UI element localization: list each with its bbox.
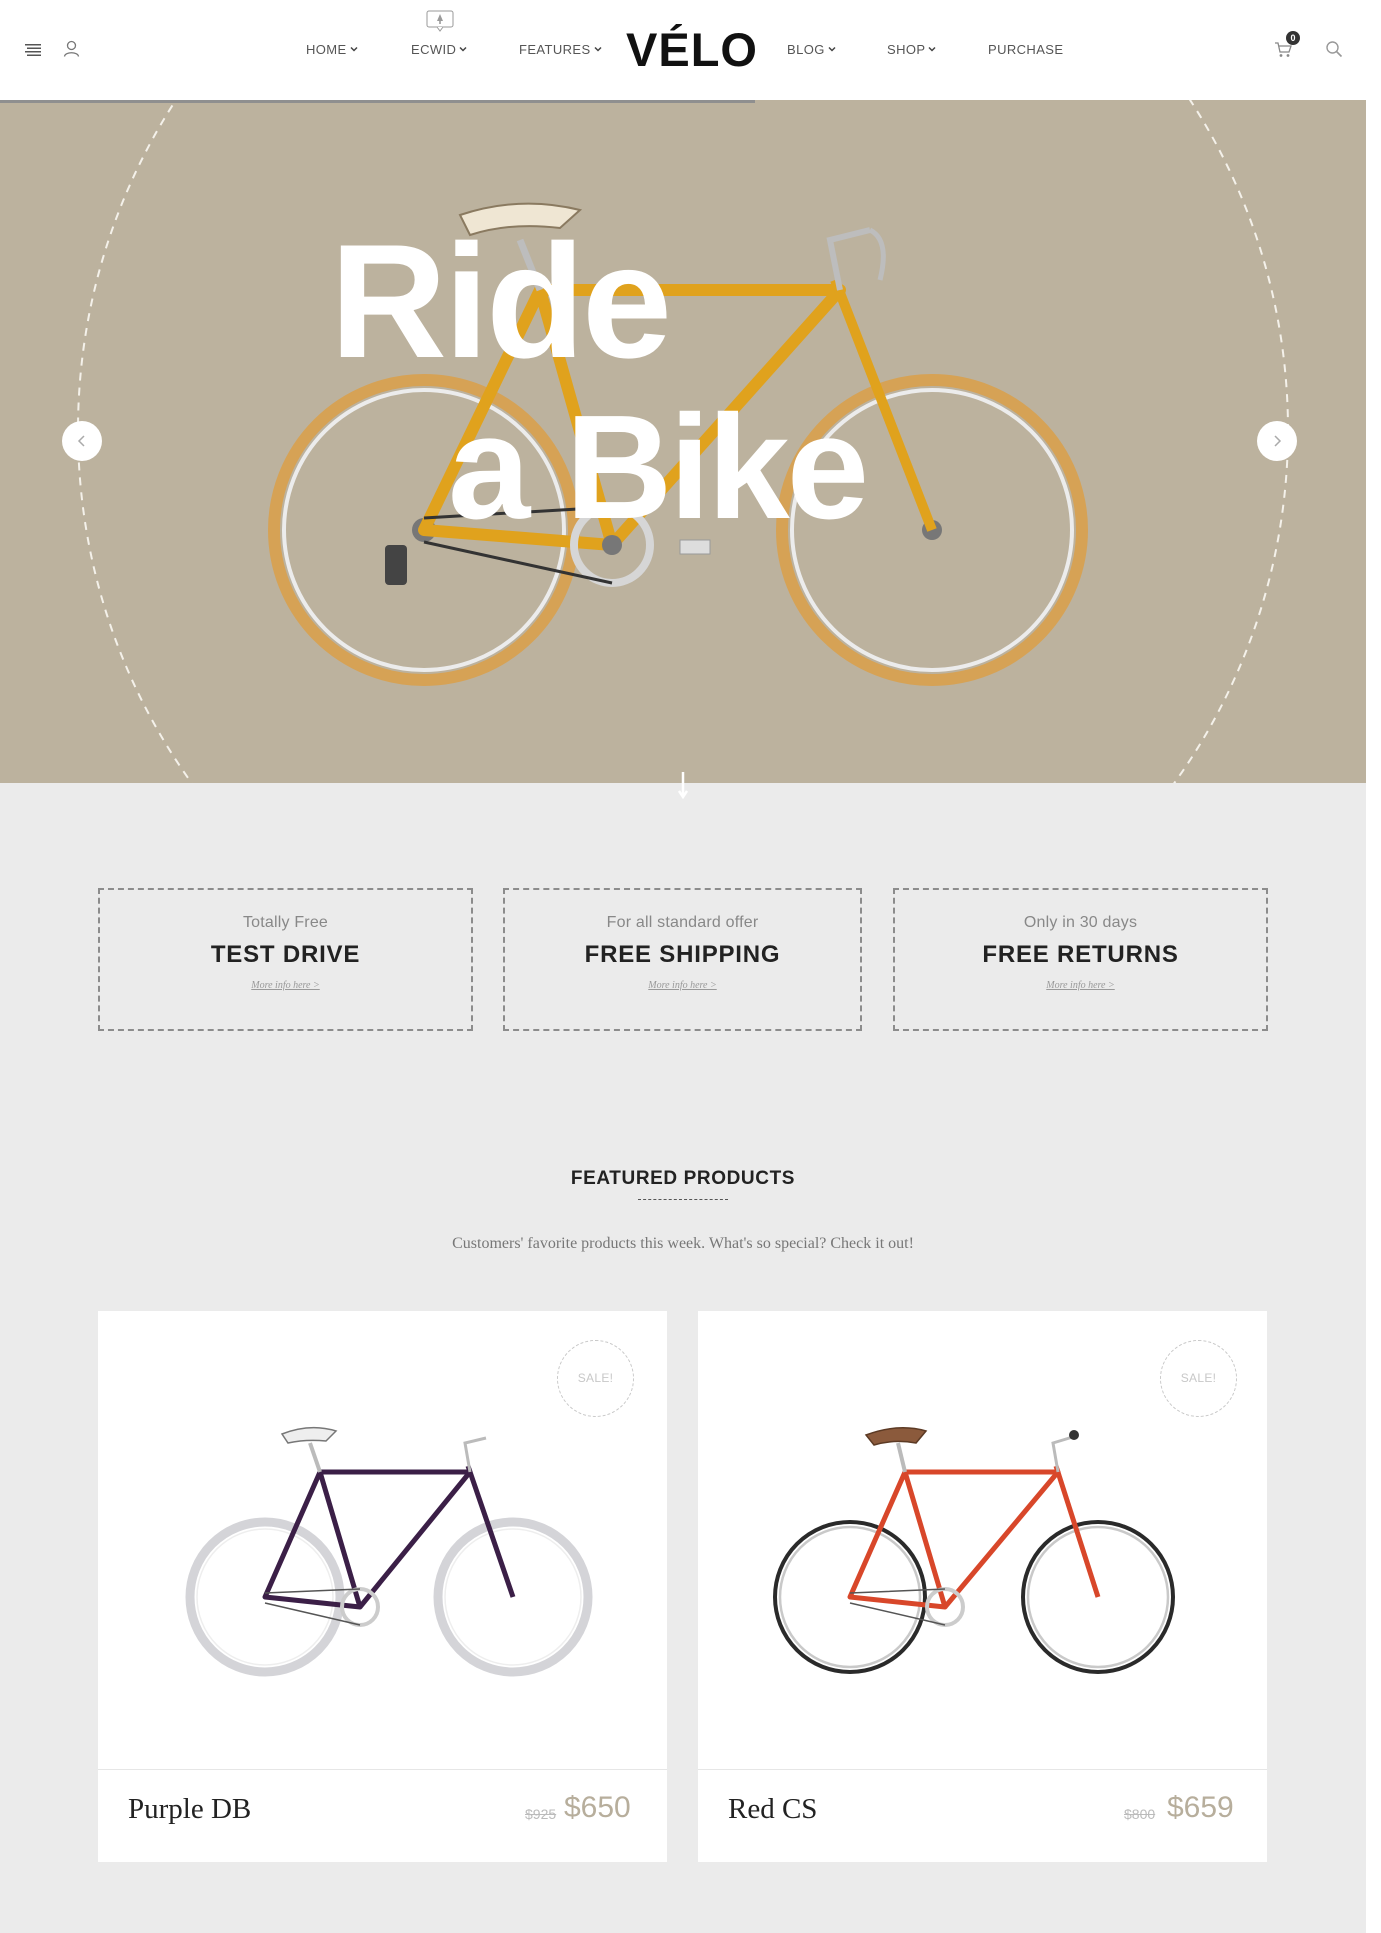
feature-box-free-shipping: For all standard offer FREE SHIPPING Mor… xyxy=(503,888,862,1031)
feature-more-link[interactable]: More info here > xyxy=(1046,980,1115,991)
chevron-down-icon xyxy=(828,46,836,52)
nav-item-shop[interactable]: SHOP xyxy=(887,42,936,57)
feature-subtitle: For all standard offer xyxy=(606,914,759,931)
feature-more-link[interactable]: More info here > xyxy=(648,980,717,991)
product-name[interactable]: Red CS xyxy=(728,1793,817,1826)
ecwid-badge-icon xyxy=(426,10,454,32)
product-card-purple-db[interactable]: SALE! Purple DB $925 $650 xyxy=(98,1311,667,1862)
product-price: $650 xyxy=(564,1791,631,1824)
feature-title: FREE SHIPPING xyxy=(584,941,781,968)
chevron-down-icon xyxy=(928,46,936,52)
user-icon[interactable] xyxy=(63,40,80,57)
nav-item-blog[interactable]: BLOG xyxy=(787,42,836,57)
product-card-red-cs[interactable]: SALE! Red CS $800 $659 xyxy=(698,1311,1267,1862)
featured-products-title: FEATURED PRODUCTS xyxy=(570,1168,796,1189)
page-right-edge xyxy=(1366,0,1381,1933)
menu-icon[interactable] xyxy=(25,43,41,56)
chevron-right-icon xyxy=(1274,435,1282,447)
nav-item-label: HOME xyxy=(306,42,347,57)
feature-subtitle: Only in 30 days xyxy=(1023,914,1138,931)
product-name[interactable]: Purple DB xyxy=(128,1793,251,1826)
site-header: HOME ECWID FEATURES VÉLO BLOG SHOP PURCH… xyxy=(0,0,1366,100)
sale-badge: SALE! xyxy=(1160,1340,1237,1417)
feature-title: FREE RETURNS xyxy=(982,941,1179,968)
nav-item-purchase[interactable]: PURCHASE xyxy=(988,42,1063,57)
feature-box-free-returns: Only in 30 days FREE RETURNS More info h… xyxy=(893,888,1268,1031)
hero-heading-line-2: a Bike xyxy=(448,385,869,550)
nav-item-label: SHOP xyxy=(887,42,926,57)
nav-item-label: PURCHASE xyxy=(988,42,1064,57)
card-divider xyxy=(698,1769,1267,1770)
arrow-down-icon[interactable] xyxy=(678,770,688,800)
chevron-left-icon xyxy=(77,435,85,447)
slider-progress-bar xyxy=(0,100,755,103)
cart-count-badge: 0 xyxy=(1286,31,1300,45)
hero-heading-line-1: Ride xyxy=(330,211,672,392)
product-old-price: $925 xyxy=(525,1806,557,1822)
nav-item-home[interactable]: HOME xyxy=(306,42,358,57)
slider-prev-button[interactable] xyxy=(62,421,102,461)
nav-item-label: ECWID xyxy=(411,42,457,57)
nav-item-features[interactable]: FEATURES xyxy=(519,42,602,57)
nav-item-ecwid[interactable]: ECWID xyxy=(411,42,467,57)
feature-box-test-drive: Totally Free TEST DRIVE More info here > xyxy=(98,888,473,1031)
feature-title: TEST DRIVE xyxy=(210,941,361,968)
product-price: $659 xyxy=(1167,1791,1234,1824)
site-logo[interactable]: VÉLO xyxy=(626,22,758,78)
hero-slider: Ride a Bike xyxy=(0,100,1366,783)
feature-more-link[interactable]: More info here > xyxy=(251,980,320,991)
nav-item-label: BLOG xyxy=(787,42,825,57)
chevron-down-icon xyxy=(594,46,602,52)
featured-products-description: Customers' favorite products this week. … xyxy=(452,1235,914,1252)
card-divider xyxy=(98,1769,667,1770)
search-icon[interactable] xyxy=(1325,40,1343,58)
product-old-price: $800 xyxy=(1124,1806,1156,1822)
chevron-down-icon xyxy=(350,46,358,52)
sale-badge: SALE! xyxy=(557,1340,634,1417)
chevron-down-icon xyxy=(459,46,467,52)
feature-subtitle: Totally Free xyxy=(242,914,329,931)
slider-next-button[interactable] xyxy=(1257,421,1297,461)
title-divider xyxy=(638,1199,728,1200)
nav-item-label: FEATURES xyxy=(519,42,591,57)
